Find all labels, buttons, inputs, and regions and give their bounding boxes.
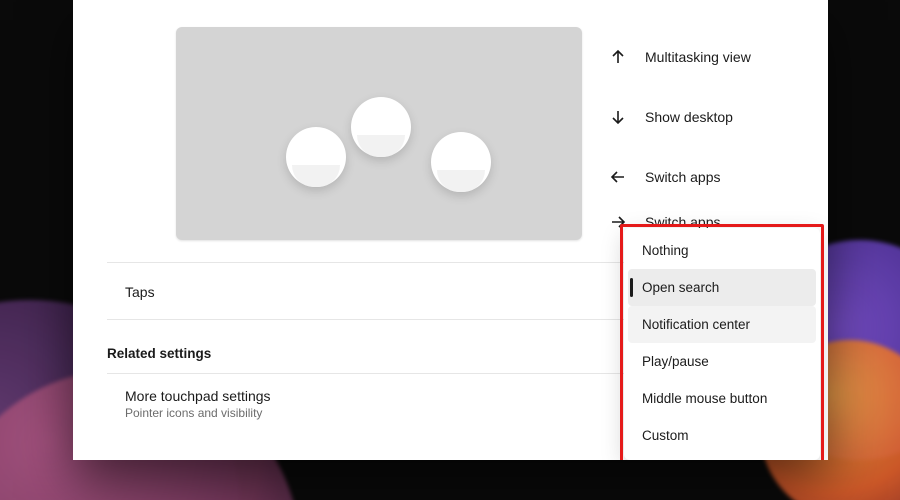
dropdown-option-custom[interactable]: Custom [628,417,816,454]
finger-dot [351,97,411,157]
tap-action-dropdown: Nothing Open search Notification center … [624,228,820,460]
dropdown-option-notification-center[interactable]: Notification center [628,306,816,343]
gesture-swipe-left[interactable]: Switch apps [609,147,809,207]
gesture-swipe-up[interactable]: Multitasking view [609,27,809,87]
gesture-label: Multitasking view [645,49,809,65]
gesture-label: Show desktop [645,109,809,125]
settings-content: Multitasking view Show desktop Switch ap… [73,0,828,460]
settings-window: Multitasking view Show desktop Switch ap… [73,0,828,460]
finger-dot [431,132,491,192]
arrow-up-icon [609,49,627,65]
desktop-background: Multitasking view Show desktop Switch ap… [0,0,900,500]
finger-dot [286,127,346,187]
dropdown-option-play-pause[interactable]: Play/pause [628,343,816,380]
taps-label: Taps [125,284,155,300]
dropdown-option-nothing[interactable]: Nothing [628,232,816,269]
arrow-right-icon [609,214,627,230]
gesture-label: Switch apps [645,169,809,185]
touchpad-preview [176,27,582,240]
more-touchpad-title: More touchpad settings [125,388,271,404]
arrow-down-icon [609,109,627,125]
gesture-swipe-down[interactable]: Show desktop [609,87,809,147]
gesture-actions-list: Multitasking view Show desktop Switch ap… [609,27,809,237]
arrow-left-icon [609,169,627,185]
related-settings-heading: Related settings [107,346,211,361]
dropdown-option-open-search[interactable]: Open search [628,269,816,306]
dropdown-option-middle-mouse-button[interactable]: Middle mouse button [628,380,816,417]
